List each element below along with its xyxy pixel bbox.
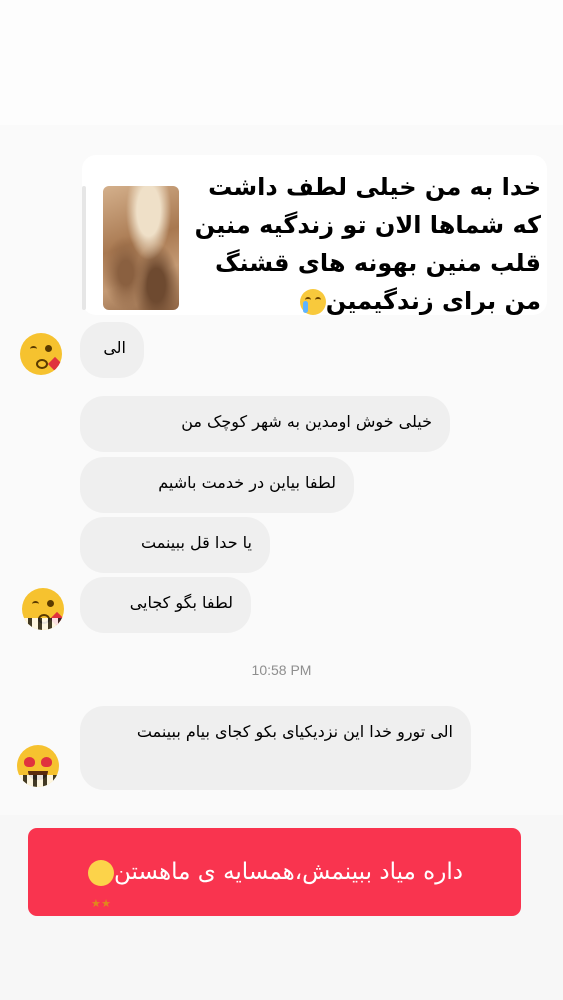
message-bubble[interactable]: لطفا بیاین در خدمت باشیم — [80, 457, 354, 513]
banner-text: داره میاد ببینمش،همسایه ی ماهستن — [114, 859, 463, 885]
story-caption: خدا به من خیلی لطف داشت که شماها الان تو… — [185, 168, 541, 320]
message-bubble[interactable]: خیلی خوش اومدین به شهر کوچک من — [80, 396, 450, 452]
avatar[interactable] — [20, 333, 62, 375]
caption-line-text: من برای زندگیمین — [325, 287, 541, 315]
message-timestamp: 10:58 PM — [251, 662, 312, 678]
story-thumbnail[interactable] — [103, 186, 179, 310]
message-text: یا حدا قل ببینمت — [141, 533, 252, 552]
avatar[interactable] — [22, 588, 64, 630]
heart-eye-icon — [24, 757, 35, 767]
caption-line: من برای زندگیمین — [185, 282, 541, 320]
message-text: خیلی خوش اومدین به شهر کوچک من — [181, 412, 432, 431]
message-bubble[interactable]: الی تورو خدا این نزدیکیای بکو کجای بیام … — [80, 706, 471, 790]
star-struck-icon — [88, 859, 115, 948]
message-text: لطفا بگو کجایی — [129, 593, 233, 612]
top-blank-area — [0, 0, 563, 125]
message-bubble[interactable]: الی — [80, 322, 144, 378]
crying-face-icon — [299, 289, 326, 315]
caption-line: خدا به من خیلی لطف داشت — [208, 173, 541, 201]
heart-eye-icon — [41, 757, 52, 767]
soccer-ball-icon — [17, 775, 59, 787]
caption-line: که شماها الان تو زندگیه منین — [194, 211, 541, 239]
avatar[interactable] — [17, 745, 59, 787]
message-text: الی تورو خدا این نزدیکیای بکو کجای بیام … — [136, 722, 453, 741]
overlay-banner-text: داره میاد ببینمش،همسایه ی ماهستن — [28, 828, 521, 948]
soccer-ball-icon — [22, 618, 64, 630]
message-text: لطفا بیاین در خدمت باشیم — [158, 473, 336, 492]
message-bubble[interactable]: لطفا بگو کجایی — [80, 577, 251, 633]
message-bubble[interactable]: یا حدا قل ببینمت — [80, 517, 270, 573]
reply-quote-bar — [82, 186, 86, 310]
message-text: الی — [103, 338, 126, 357]
caption-line: قلب منین بهونه های قشنگ — [214, 249, 541, 277]
